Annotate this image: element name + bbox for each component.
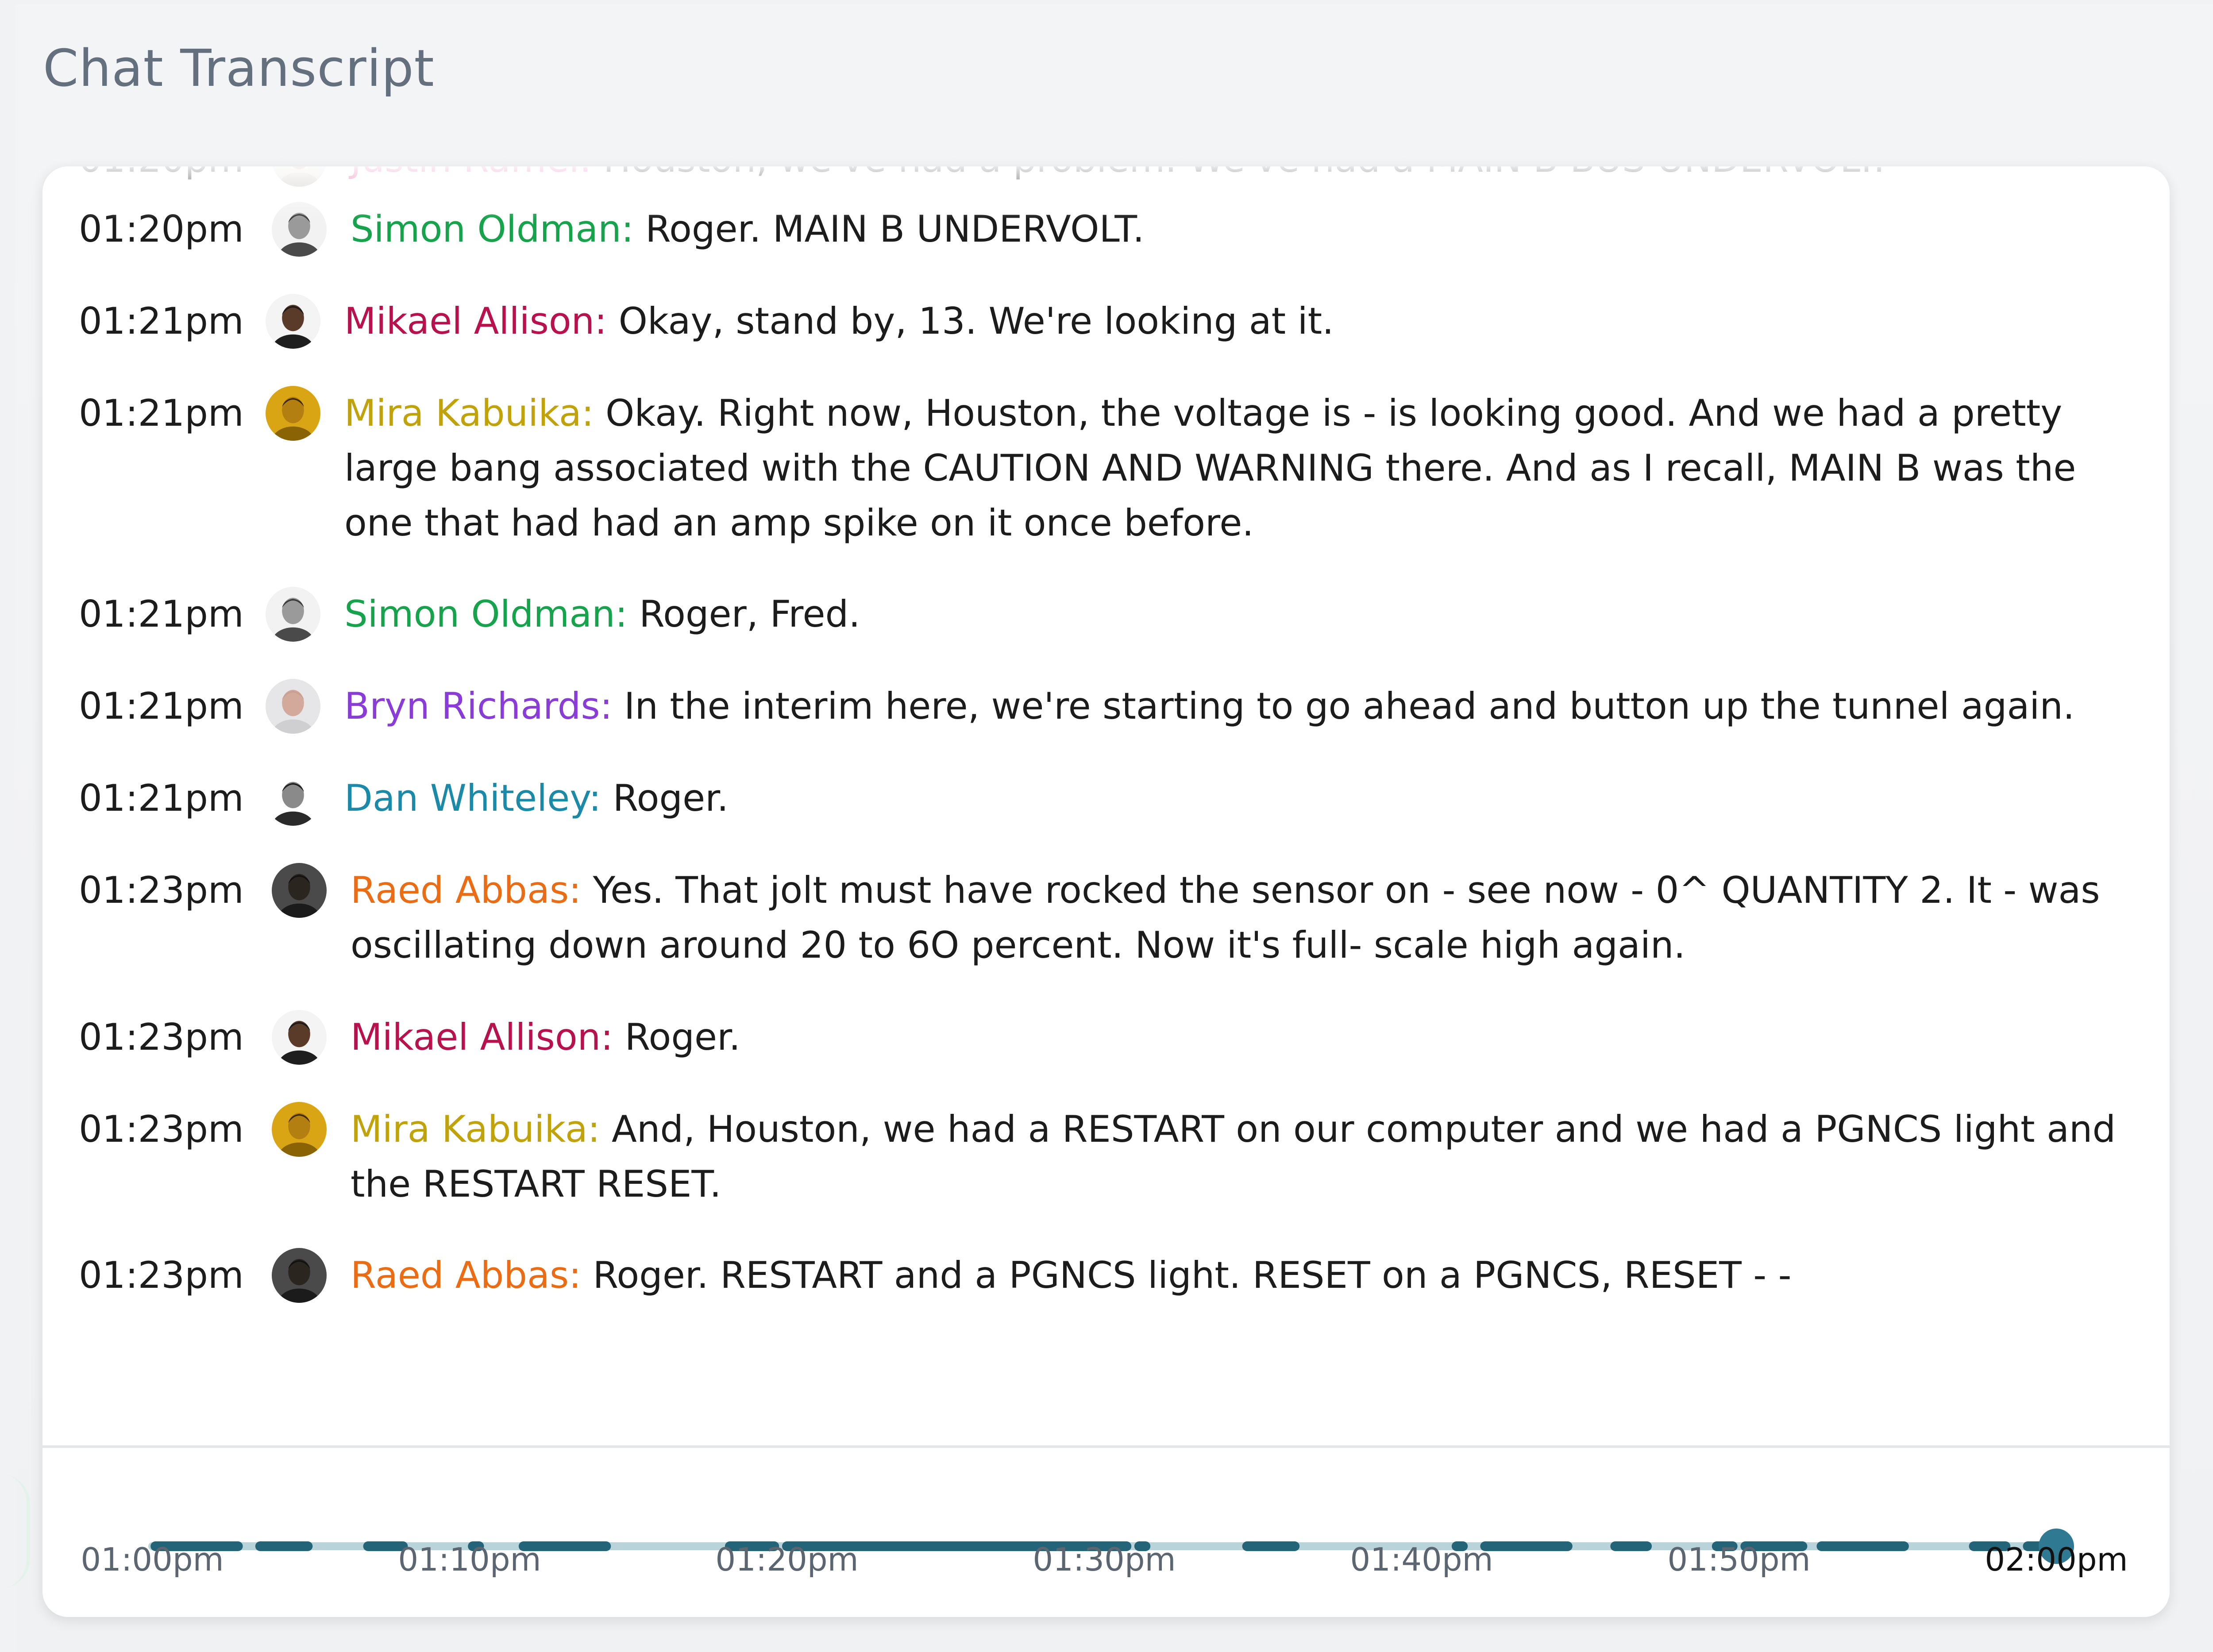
message-body: Justin Ramel: Houston, we've had a probl…	[351, 166, 2130, 187]
message-body: Mira Kabuika: Okay. Right now, Houston, …	[344, 386, 2130, 551]
author-name[interactable]: Simon Oldman:	[351, 208, 634, 250]
chat-message: 01:23pm Mira Kabuika: And, Houston, we ha…	[42, 1102, 2170, 1212]
author-name[interactable]: Justin Ramel:	[351, 166, 592, 181]
message-timestamp: 01:21pm	[79, 777, 244, 820]
message-text: Roger.	[625, 1016, 740, 1059]
timeline-tick-label[interactable]: 01:50pm	[1667, 1541, 1810, 1578]
chat-message: 01:20pm Simon Oldman: Roger. MAIN B UNDER…	[42, 202, 2170, 257]
message-body: Mikael Allison: Roger.	[351, 1010, 2130, 1065]
chat-message: 01:21pm Bryn Richards: In the interim her…	[42, 679, 2170, 734]
message-body: Bryn Richards: In the interim here, we'r…	[344, 679, 2130, 734]
chat-message: 01:23pm Raed Abbas: Roger. RESTART and a …	[42, 1248, 2170, 1303]
message-text: Okay, stand by, 13. We're looking at it.	[618, 300, 1334, 343]
author-name[interactable]: Mikael Allison:	[344, 300, 607, 343]
timeline-tick-label[interactable]: 01:10pm	[398, 1541, 541, 1578]
author-name[interactable]: Mira Kabuika:	[344, 392, 594, 435]
avatar[interactable]	[272, 1010, 327, 1065]
chat-message: 01:21pm Dan Whiteley: Roger.	[42, 771, 2170, 826]
message-body: Raed Abbas: Roger. RESTART and a PGNCS l…	[351, 1248, 2130, 1303]
avatar[interactable]	[272, 166, 327, 187]
avatar[interactable]	[266, 587, 320, 642]
chat-message: 01:23pm Raed Abbas: Yes. That jolt must h…	[42, 863, 2170, 973]
message-body: Simon Oldman: Roger, Fred.	[344, 587, 2130, 642]
message-timestamp: 01:20pm	[79, 208, 244, 250]
author-name[interactable]: Mikael Allison:	[351, 1016, 613, 1059]
transcript-card: 01:20pm Justin Ramel: Houston, we've had …	[42, 166, 2170, 1617]
message-text: Houston, we've had a problem. We've had …	[603, 166, 1885, 181]
message-text: Okay. Right now, Houston, the voltage is…	[344, 392, 2076, 544]
message-timestamp: 01:23pm	[79, 1254, 244, 1297]
message-text: And, Houston, we had a RESTART on our co…	[351, 1108, 2116, 1205]
chat-message: 01:20pm Justin Ramel: Houston, we've had …	[42, 166, 2170, 187]
message-text: Roger. MAIN B UNDERVOLT.	[645, 208, 1145, 250]
timeline-track-svg[interactable]	[42, 1448, 2170, 1617]
message-body: Mikael Allison: Okay, stand by, 13. We'r…	[344, 294, 2130, 349]
timeline-tick-label[interactable]: 01:00pm	[81, 1541, 224, 1578]
message-text: Roger, Fred.	[639, 593, 860, 635]
avatar[interactable]	[272, 202, 327, 257]
author-name[interactable]: Mira Kabuika:	[351, 1108, 600, 1151]
message-timestamp: 01:23pm	[79, 869, 244, 912]
chat-message: 01:21pm Mikael Allison: Okay, stand by, 1…	[42, 294, 2170, 349]
message-text: Roger. RESTART and a PGNCS light. RESET …	[593, 1254, 1792, 1297]
page-title: Chat Transcript	[43, 39, 435, 98]
avatar[interactable]	[266, 679, 320, 734]
message-timestamp: 01:21pm	[79, 593, 244, 635]
message-text: Roger.	[613, 777, 729, 820]
avatar[interactable]	[266, 771, 320, 826]
message-timestamp: 01:23pm	[79, 1108, 244, 1151]
message-body: Dan Whiteley: Roger.	[344, 771, 2130, 826]
author-name[interactable]: Raed Abbas:	[351, 1254, 581, 1297]
message-timestamp: 01:21pm	[79, 685, 244, 728]
avatar[interactable]	[266, 386, 320, 441]
author-name[interactable]: Dan Whiteley:	[344, 777, 601, 820]
message-timestamp: 01:21pm	[79, 300, 244, 343]
avatar[interactable]	[266, 294, 320, 349]
decorative-leaf	[0, 1474, 30, 1589]
timeline-tick-label[interactable]: 01:20pm	[715, 1541, 858, 1578]
timeline-tick-label[interactable]: 02:00pm	[1985, 1541, 2128, 1578]
author-name[interactable]: Raed Abbas:	[351, 869, 581, 912]
avatar[interactable]	[272, 1248, 327, 1303]
message-text: In the interim here, we're starting to g…	[624, 685, 2075, 728]
timeline-tick-label[interactable]: 01:40pm	[1350, 1541, 1493, 1578]
message-body: Simon Oldman: Roger. MAIN B UNDERVOLT.	[351, 202, 2130, 257]
chat-message: 01:21pm Simon Oldman: Roger, Fred.	[42, 587, 2170, 642]
avatar[interactable]	[272, 863, 327, 918]
chat-message: 01:23pm Mikael Allison: Roger.	[42, 1010, 2170, 1065]
message-timestamp: 01:21pm	[79, 392, 244, 435]
author-name[interactable]: Bryn Richards:	[344, 685, 613, 728]
message-timestamp: 01:23pm	[79, 1016, 244, 1059]
message-text: Yes. That jolt must have rocked the sens…	[351, 869, 2100, 967]
author-name[interactable]: Simon Oldman:	[344, 593, 628, 635]
timeline-scrubber[interactable]: 01:00pm 01:10pm 01:20pm 01:30pm 01:40pm 01:50…	[42, 1448, 2170, 1617]
avatar[interactable]	[272, 1102, 327, 1157]
message-body: Mira Kabuika: And, Houston, we had a RES…	[351, 1102, 2130, 1212]
chat-message: 01:21pm Mira Kabuika: Okay. Right now, Ho…	[42, 386, 2170, 551]
timeline-tick-label[interactable]: 01:30pm	[1033, 1541, 1176, 1578]
message-timestamp: 01:20pm	[79, 166, 244, 187]
message-body: Raed Abbas: Yes. That jolt must have roc…	[351, 863, 2130, 973]
message-list[interactable]: 01:20pm Justin Ramel: Houston, we've had …	[42, 166, 2170, 1445]
